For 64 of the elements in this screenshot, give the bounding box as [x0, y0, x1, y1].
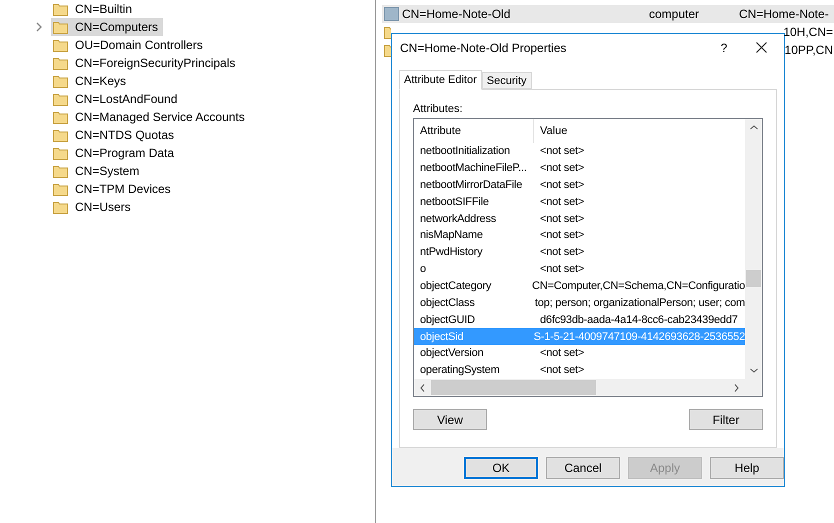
attribute-row[interactable]: objectCategory CN=Computer,CN=Schema,CN=Configuratio: [414, 278, 745, 295]
folder-icon: [53, 128, 68, 142]
tab[interactable]: Security: [482, 72, 532, 89]
column-header[interactable]: Attribute: [414, 119, 534, 143]
folder-icon: [53, 38, 68, 52]
close-icon: [756, 42, 767, 53]
tree-item[interactable]: CN=System: [51, 162, 144, 180]
folder-icon: [53, 164, 68, 178]
tree-item[interactable]: CN=Users: [51, 198, 136, 216]
dialog-button[interactable]: OK: [464, 457, 538, 479]
scroll-down-icon[interactable]: [750, 368, 758, 373]
folder-icon: [53, 92, 68, 106]
attribute-row[interactable]: objectGUID d6fc93db-aada-4a14-8cc6-cab23439edd7: [414, 312, 745, 328]
folder-icon: [53, 20, 68, 34]
horizontal-scrollbar[interactable]: [414, 379, 745, 396]
attribute-row[interactable]: objectClass top; person; organizationalPerson; user; com: [414, 294, 745, 312]
list-action-button[interactable]: View: [413, 409, 487, 430]
attribute-row[interactable]: netbootSIFFile <not set>: [414, 194, 745, 210]
attribute-row[interactable]: netbootInitialization <not set>: [414, 143, 745, 160]
list-action-button[interactable]: Filter: [689, 409, 763, 430]
folder-icon: [53, 56, 68, 70]
attribute-row[interactable]: nisMapName <not set>: [414, 227, 745, 244]
chevron-right-icon[interactable]: [36, 22, 43, 32]
tree-item[interactable]: CN=LostAndFound: [51, 90, 182, 108]
window-title: CN=Home-Note-Old Properties: [400, 40, 568, 56]
tree-item[interactable]: CN=NTDS Quotas: [51, 126, 180, 144]
tree-item[interactable]: OU=Domain Controllers: [51, 36, 208, 54]
tree-item[interactable]: CN=Builtin: [51, 0, 138, 18]
folder-icon: [53, 110, 68, 124]
list-cell-text: 10H,CN=: [783, 24, 834, 41]
list-cell-text: 10PP,CN: [784, 42, 834, 59]
tree-item[interactable]: CN=Managed Service Accounts: [51, 108, 250, 126]
scrollbar-thumb[interactable]: [746, 270, 761, 287]
scrollbar-thumb[interactable]: [431, 380, 596, 396]
folder-icon: [384, 26, 391, 38]
folder-icon: [53, 200, 68, 214]
column-header[interactable]: Value: [534, 119, 745, 143]
tree-item[interactable]: CN=Computers: [51, 18, 164, 36]
list-row[interactable]: CN=Home-Note-Old computer CN=Home-Note-: [382, 5, 834, 23]
tree-item[interactable]: CN=TPM Devices: [51, 180, 176, 198]
folder-icon: [53, 2, 68, 16]
help-button[interactable]: ?: [709, 34, 739, 61]
folder-icon: [53, 146, 68, 160]
attribute-row[interactable]: networkAddress <not set>: [414, 210, 745, 228]
dialog-button[interactable]: Cancel: [546, 457, 620, 479]
folder-icon: [53, 182, 68, 196]
tab[interactable]: Attribute Editor: [399, 70, 482, 90]
scroll-up-icon[interactable]: [750, 125, 758, 130]
attribute-row[interactable]: netbootMachineFileP... <not set>: [414, 160, 745, 177]
tree-item[interactable]: CN=ForeignSecurityPrincipals: [51, 54, 240, 72]
folder-icon: [53, 74, 68, 88]
attribute-row[interactable]: ntPwdHistory <not set>: [414, 244, 745, 262]
computer-object-icon: [384, 7, 399, 21]
dialog-button[interactable]: Help: [710, 457, 784, 479]
attribute-row[interactable]: o <not set>: [414, 261, 745, 278]
attribute-row[interactable]: netbootMirrorDataFile <not set>: [414, 176, 745, 194]
attribute-row[interactable]: operatingSystem <not set>: [414, 362, 745, 380]
scroll-left-icon[interactable]: [420, 384, 425, 392]
tree-item[interactable]: CN=Program Data: [51, 144, 180, 162]
scroll-right-icon[interactable]: [734, 384, 739, 392]
vertical-scrollbar[interactable]: [745, 119, 762, 396]
attribute-row[interactable]: objectVersion <not set>: [414, 345, 745, 362]
tree-item[interactable]: CN=Keys: [51, 72, 132, 90]
attributes-label: Attributes:: [413, 102, 464, 116]
